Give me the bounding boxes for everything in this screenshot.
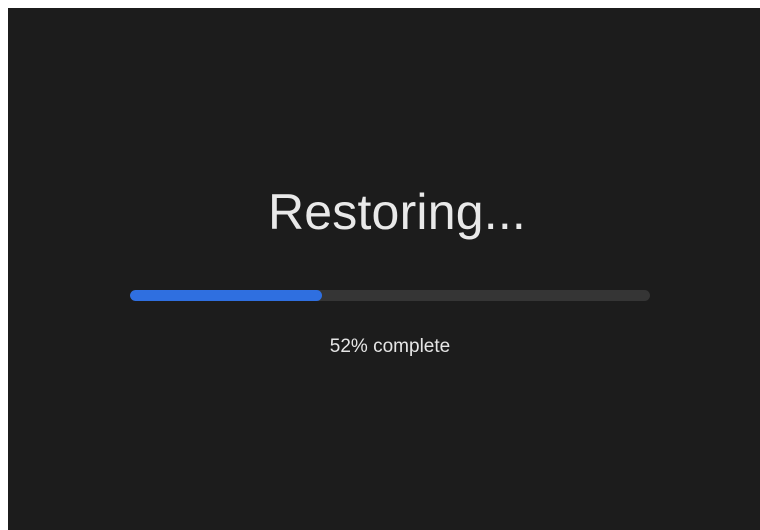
restoring-title: Restoring... — [267, 184, 527, 240]
progress-bar-fill — [130, 290, 323, 301]
restore-screen: Restoring... 52% complete — [8, 8, 760, 530]
progress-bar — [130, 290, 650, 301]
progress-status-text: 52% complete — [329, 336, 451, 357]
